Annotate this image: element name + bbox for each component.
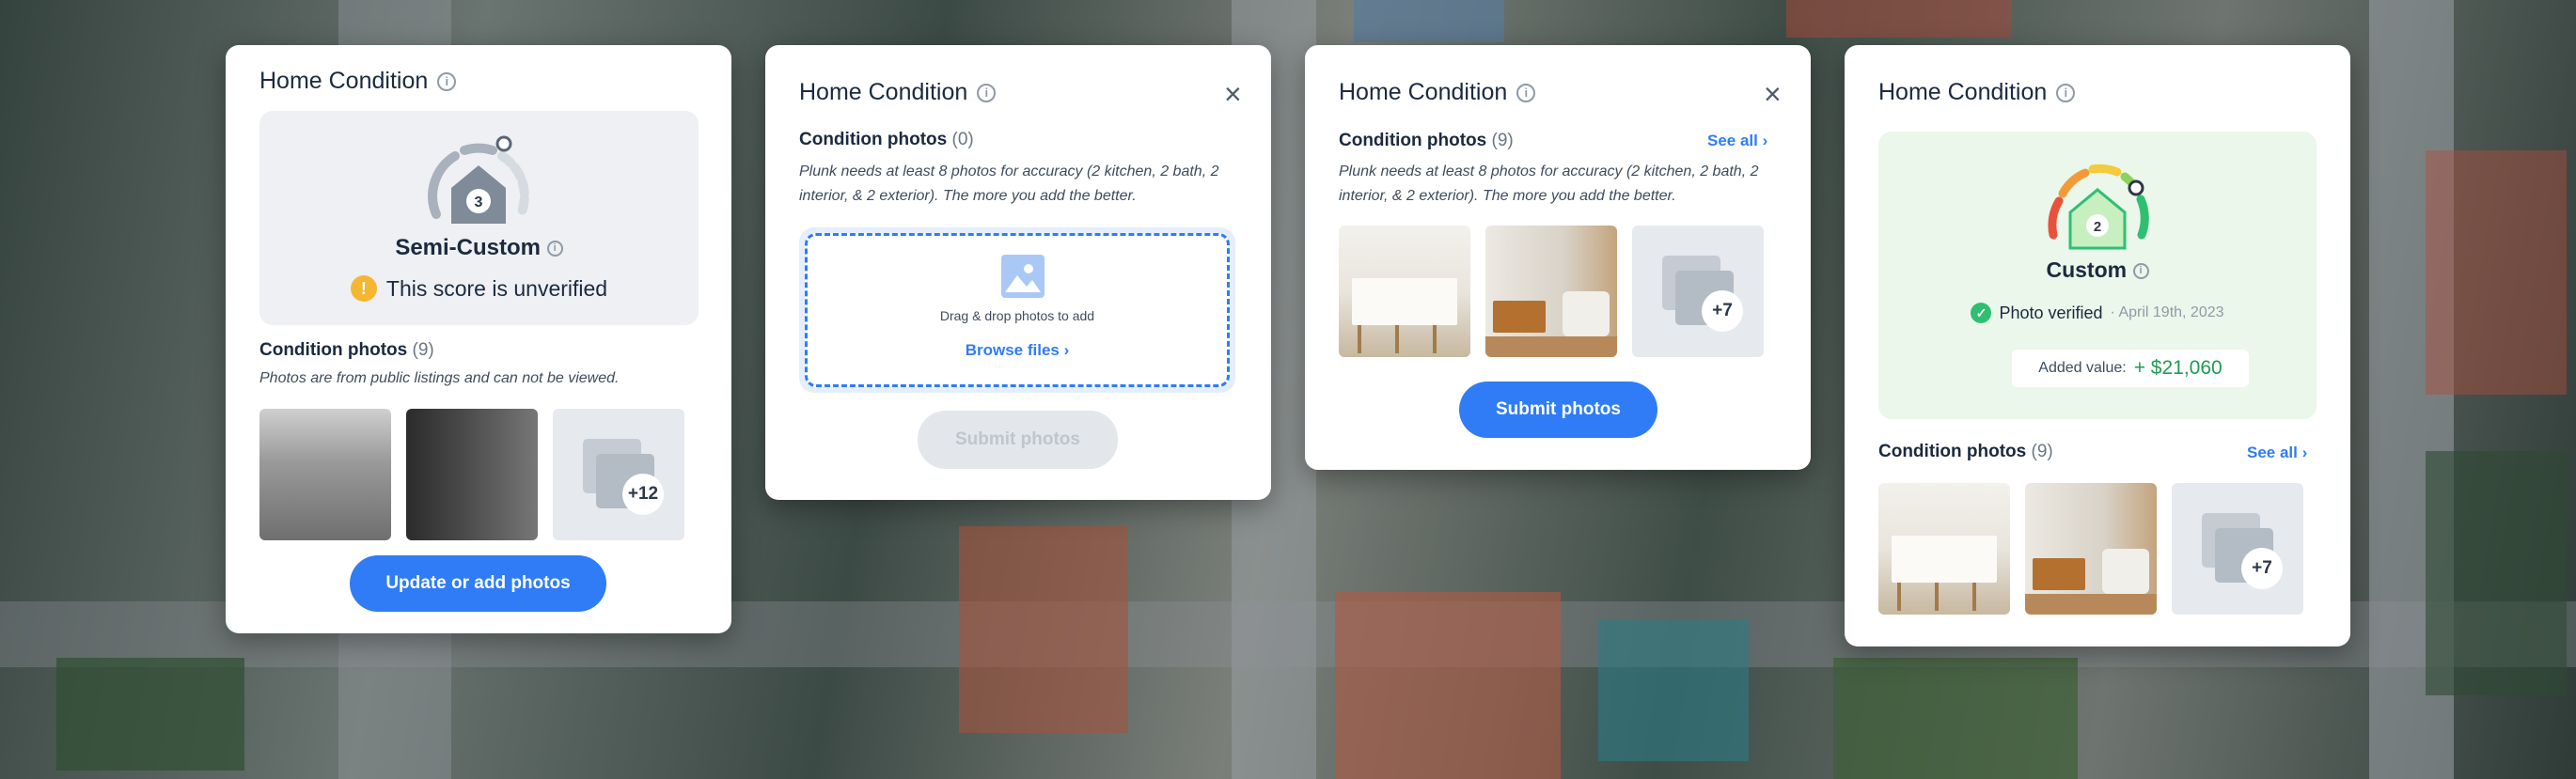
section-title: Condition photos (9): [259, 340, 434, 360]
info-icon[interactable]: i: [1516, 83, 1536, 102]
section-title: Condition photos (9): [1339, 131, 1514, 150]
section-note: Photos are from public listings and can …: [259, 370, 620, 386]
submit-photos-button[interactable]: Submit photos: [1459, 382, 1657, 438]
info-icon[interactable]: i: [437, 71, 457, 91]
card-title: Home Condition i: [799, 79, 997, 106]
photo-thumbnail: [259, 409, 391, 540]
verified-status: ✓ Photo verified · April 19th, 2023: [1878, 303, 2317, 323]
verified-score-panel: 2 Custom i ✓ Photo verified · April 19th…: [1878, 132, 2317, 419]
home-condition-card-upload: Home Condition i × Condition photos (0) …: [765, 45, 1271, 500]
image-icon: [1001, 255, 1045, 298]
more-photos-tile[interactable]: +12: [553, 409, 684, 540]
update-add-photos-button[interactable]: Update or add photos: [350, 555, 606, 612]
photo-thumbnail: [406, 409, 538, 540]
added-value-chip: Added value: + $21,060: [2012, 350, 2249, 387]
unverified-warning: ! This score is unverified: [259, 275, 699, 302]
home-condition-card-photos: Home Condition i × Condition photos (9) …: [1305, 45, 1811, 470]
see-all-link[interactable]: See all ›: [1707, 132, 1767, 150]
score-gauge: 2: [2048, 164, 2149, 250]
dropzone[interactable]: Drag & drop photos to add Browse files ›: [799, 227, 1235, 393]
chevron-right-icon: ›: [2301, 444, 2308, 461]
browse-files-link[interactable]: Browse files ›: [808, 341, 1227, 360]
info-icon[interactable]: i: [2056, 83, 2076, 102]
home-condition-card-unverified: Home Condition i 3 Semi-Custom i ! This …: [226, 45, 731, 633]
svg-text:3: 3: [475, 195, 483, 210]
home-condition-card-verified: Home Condition i 2 Custom i ✓ Photo veri…: [1845, 45, 2350, 647]
svg-text:2: 2: [2094, 219, 2101, 235]
score-panel: 3 Semi-Custom i ! This score is unverifi…: [259, 111, 699, 325]
info-icon[interactable]: i: [977, 83, 997, 102]
check-badge-icon: ✓: [1971, 303, 1992, 323]
dropzone-text: Drag & drop photos to add: [939, 308, 1095, 323]
score-gauge: 3: [428, 135, 529, 224]
close-icon[interactable]: ×: [1764, 79, 1782, 109]
chevron-right-icon: ›: [1063, 341, 1070, 359]
see-all-link[interactable]: See all ›: [2247, 444, 2307, 462]
score-label: Custom i: [1878, 257, 2317, 283]
section-title: Condition photos (9): [1878, 442, 2053, 461]
card-title: Home Condition i: [1878, 79, 2076, 106]
score-label: Semi-Custom i: [259, 235, 699, 261]
chevron-right-icon: ›: [1762, 132, 1768, 149]
more-photos-tile[interactable]: +7: [1632, 226, 1764, 357]
card-title: Home Condition i: [1339, 79, 1536, 106]
photo-thumbnail: [1878, 483, 2010, 615]
photo-thumbnail: [1485, 226, 1617, 357]
info-icon[interactable]: i: [2132, 263, 2149, 280]
close-icon[interactable]: ×: [1224, 79, 1242, 109]
photo-thumbnail: [2025, 483, 2157, 615]
submit-photos-button[interactable]: Submit photos: [918, 411, 1118, 469]
warning-icon: !: [350, 275, 377, 302]
more-photos-tile[interactable]: +7: [2172, 483, 2303, 615]
photo-thumbnail: [1339, 226, 1470, 357]
section-title: Condition photos (0): [799, 130, 974, 149]
card-title: Home Condition i: [259, 68, 457, 95]
section-note: Plunk needs at least 8 photos for accura…: [799, 164, 1219, 204]
info-icon[interactable]: i: [546, 241, 563, 257]
section-note: Plunk needs at least 8 photos for accura…: [1339, 164, 1759, 204]
